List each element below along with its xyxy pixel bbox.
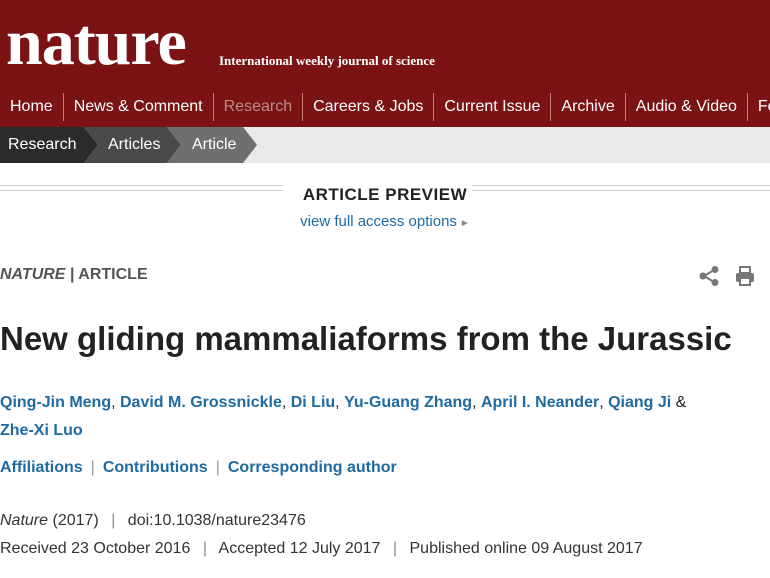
published-date: 09 August 2017 xyxy=(531,540,643,557)
author-link[interactable]: David M. Grossnickle xyxy=(120,394,282,411)
meta-separator: | xyxy=(69,266,75,283)
main-nav: Home News & Comment Research Careers & J… xyxy=(0,91,770,123)
pub-separator: | xyxy=(111,512,116,529)
article-dates: Received 23 October 2016 | Accepted 12 J… xyxy=(0,540,643,558)
link-separator: | xyxy=(90,459,95,476)
published-label: Published online xyxy=(409,540,527,557)
author-link[interactable]: Di Liu xyxy=(291,394,335,411)
article-title: New gliding mammaliaforms from the Juras… xyxy=(0,320,732,357)
nav-research[interactable]: Research xyxy=(214,93,304,121)
received-label: Received xyxy=(0,540,67,557)
received-date: 23 October 2016 xyxy=(71,540,191,557)
breadcrumb: Research Articles Article xyxy=(0,127,770,163)
author-list: Qing-Jin Meng, David M. Grossnickle, Di … xyxy=(0,394,687,439)
print-icon[interactable] xyxy=(734,265,756,287)
nav-audio-video[interactable]: Audio & Video xyxy=(626,93,748,121)
nav-home[interactable]: Home xyxy=(0,93,64,121)
nav-current-issue[interactable]: Current Issue xyxy=(434,93,552,121)
nav-careers-jobs[interactable]: Careers & Jobs xyxy=(303,93,435,121)
link-separator: | xyxy=(215,459,220,476)
site-tagline: International weekly journal of science xyxy=(219,53,435,68)
author-link[interactable]: Zhe-Xi Luo xyxy=(0,422,83,439)
nav-archive[interactable]: Archive xyxy=(551,93,626,121)
nature-logo[interactable]: nature xyxy=(6,4,187,82)
article-preview-heading: ARTICLE PREVIEW xyxy=(302,185,468,204)
date-separator: | xyxy=(392,540,398,557)
author-link[interactable]: Qiang Ji xyxy=(608,394,671,411)
publication-info: Nature (2017) | doi:10.1038/nature23476 xyxy=(0,512,306,530)
article-meta: NATURE | ARTICLE xyxy=(0,266,148,284)
author-info-links: Affiliations | Contributions | Correspon… xyxy=(0,459,397,477)
article-tools xyxy=(698,265,756,287)
nav-news-comment[interactable]: News & Comment xyxy=(64,93,214,121)
corresponding-author-link[interactable]: Corresponding author xyxy=(228,459,397,477)
breadcrumb-research[interactable]: Research xyxy=(8,127,76,163)
journal-label: NATURE xyxy=(0,266,66,283)
site-header: nature International weekly journal of s… xyxy=(0,0,770,127)
date-separator: | xyxy=(202,540,207,557)
contributions-link[interactable]: Contributions xyxy=(103,459,208,477)
author-link[interactable]: Yu-Guang Zhang xyxy=(344,394,472,411)
full-access-options-label[interactable]: view full access options xyxy=(300,213,457,230)
accepted-date: 12 July 2017 xyxy=(289,540,381,557)
breadcrumb-articles[interactable]: Articles xyxy=(108,127,160,163)
article-type: ARTICLE xyxy=(78,266,148,283)
right-triangle-icon: ► xyxy=(459,218,470,229)
doi: doi:10.1038/nature23476 xyxy=(127,512,306,529)
journal-name: Nature xyxy=(0,512,49,529)
breadcrumb-article: Article xyxy=(192,136,237,153)
affiliations-link[interactable]: Affiliations xyxy=(0,459,83,477)
author-link[interactable]: April I. Neander xyxy=(481,394,599,411)
full-access-options-link[interactable]: view full access options ► xyxy=(0,213,770,230)
nav-for[interactable]: For xyxy=(748,93,770,121)
publication-year: (2017) xyxy=(52,512,99,529)
accepted-label: Accepted xyxy=(218,540,286,557)
author-link[interactable]: Qing-Jin Meng xyxy=(0,394,111,411)
share-icon[interactable] xyxy=(698,265,720,287)
